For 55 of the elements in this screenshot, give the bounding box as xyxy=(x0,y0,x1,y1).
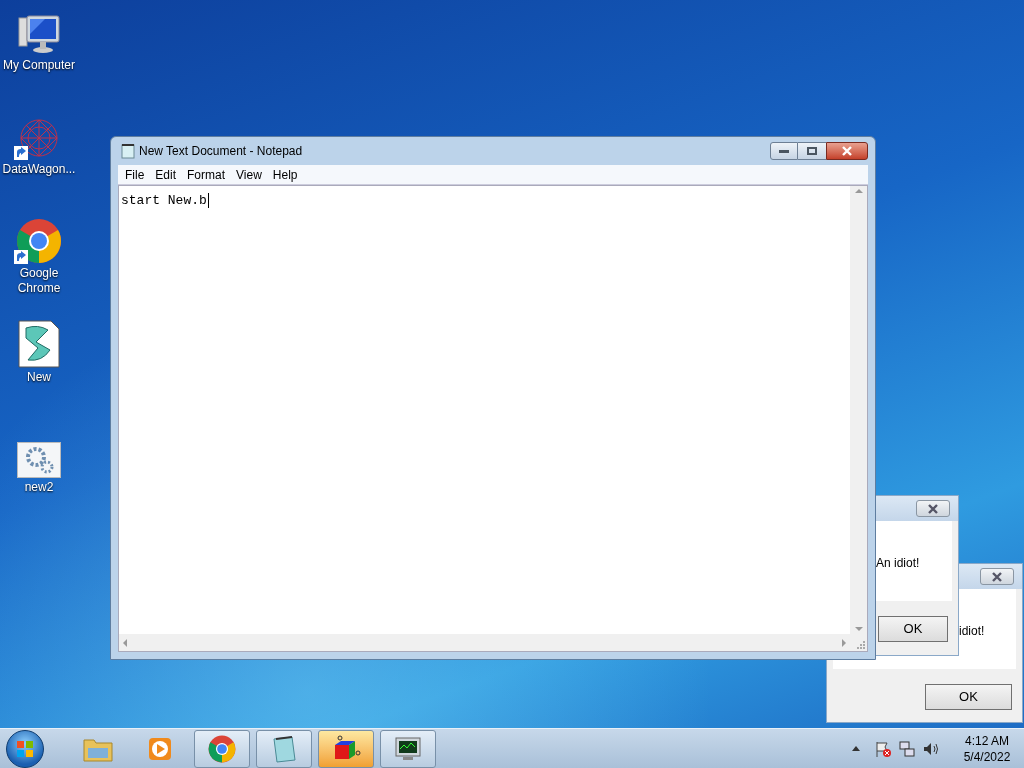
close-icon xyxy=(991,571,1003,582)
notepad-icon xyxy=(271,734,297,763)
desktop-icon-label[interactable]: Google Chrome xyxy=(0,266,78,296)
play-icon xyxy=(147,735,173,762)
menu-item[interactable]: Edit xyxy=(151,165,181,184)
network-icon[interactable] xyxy=(898,739,916,758)
notepad-icon xyxy=(121,143,135,159)
desktop-icon-label[interactable]: My Computer xyxy=(0,58,78,73)
dialog-message: idiot! xyxy=(959,623,985,640)
menu-item[interactable]: View xyxy=(232,165,266,184)
scroll-up-icon xyxy=(854,189,863,193)
close-icon xyxy=(841,146,853,156)
close-icon xyxy=(927,503,939,514)
document-text: start New.b xyxy=(121,193,209,208)
network-drawing xyxy=(17,116,61,160)
taskbar-button[interactable] xyxy=(380,729,436,768)
show-hidden-icons-icon[interactable] xyxy=(852,746,860,751)
chrome-icon xyxy=(16,218,62,264)
gears-icon xyxy=(17,442,61,478)
menu-item[interactable]: Format xyxy=(183,165,230,184)
close-button[interactable] xyxy=(916,500,950,517)
close-button[interactable] xyxy=(826,142,868,160)
chrome-icon xyxy=(208,734,236,763)
clock-date: 5/4/2022 xyxy=(963,748,1011,765)
start-button[interactable] xyxy=(6,729,44,768)
vertical-scrollbar[interactable] xyxy=(850,186,867,634)
window-title: New Text Document - Notepad xyxy=(139,143,303,160)
text-area[interactable]: start New.b xyxy=(118,185,868,652)
monitor-icon xyxy=(393,735,423,762)
maximize-button[interactable] xyxy=(798,142,826,160)
dialog-message: An idiot! xyxy=(876,555,920,572)
script-file-icon xyxy=(18,320,60,368)
scroll-right-icon xyxy=(842,638,846,647)
desktop-icon-label[interactable]: DataWagon... xyxy=(0,162,78,177)
scroll-left-icon xyxy=(123,638,127,647)
minimize-button[interactable] xyxy=(770,142,798,160)
windows-logo-icon xyxy=(16,739,34,758)
taskbar-button[interactable] xyxy=(318,729,374,768)
close-button[interactable] xyxy=(980,568,1014,585)
flag-icon[interactable] xyxy=(874,739,892,758)
ok-button[interactable]: OK xyxy=(925,684,1012,710)
menu-item[interactable]: File xyxy=(121,165,149,184)
menu-item[interactable]: Help xyxy=(268,165,302,184)
desktop-icon-label[interactable]: new2 xyxy=(0,480,78,495)
desktop-icon-label[interactable]: New xyxy=(0,370,78,385)
clock-time: 4:12 AM xyxy=(965,732,1009,749)
computer-icon xyxy=(17,14,61,56)
minimize-icon xyxy=(779,149,789,153)
ok-button[interactable]: OK xyxy=(878,616,948,642)
maximize-icon xyxy=(807,147,817,155)
shortcut-arrow-icon xyxy=(14,250,28,264)
clock[interactable]: 4:12 AM 5/4/2022 xyxy=(956,732,1018,765)
size-grip-icon xyxy=(857,641,865,649)
horizontal-scrollbar[interactable] xyxy=(119,634,850,651)
shortcut-arrow-icon xyxy=(14,146,28,160)
